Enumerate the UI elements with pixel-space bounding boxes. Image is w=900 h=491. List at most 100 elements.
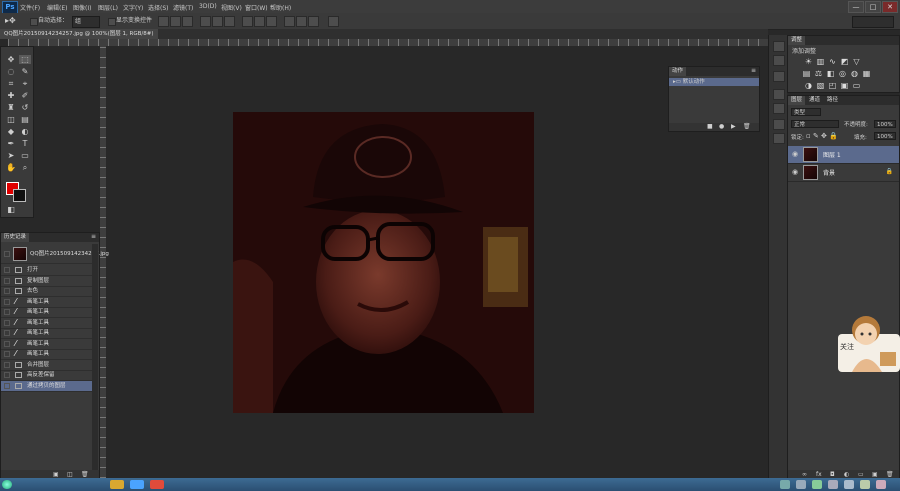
action-set-default[interactable]: ▸▭ 默认动作 xyxy=(669,78,759,86)
align-vcenter-icon[interactable] xyxy=(170,16,181,27)
menu-view[interactable]: 视图(V) xyxy=(221,3,242,12)
lock-icons[interactable]: ▫ ✎ ✥ 🔒 xyxy=(806,132,838,140)
selective-color-icon[interactable]: ▣ xyxy=(840,82,849,90)
photoshop-taskbar-icon[interactable] xyxy=(130,480,144,489)
align-left-icon[interactable] xyxy=(200,16,211,27)
brightness-contrast-icon[interactable]: ☀ xyxy=(804,58,813,66)
workspace-dropdown[interactable] xyxy=(852,16,894,28)
new-group-icon[interactable]: ▭ xyxy=(858,471,864,478)
distribute-right-icon[interactable] xyxy=(308,16,319,27)
show-transform-checkbox[interactable] xyxy=(108,18,116,26)
color-balance-icon[interactable]: ⚖ xyxy=(814,70,823,78)
path-select-tool-icon[interactable]: ➤ xyxy=(5,151,17,160)
tab-adjustments[interactable]: 调整 xyxy=(788,36,806,45)
history-source-checkbox[interactable] xyxy=(4,267,10,273)
history-source-checkbox[interactable] xyxy=(4,298,10,305)
swatches-panel-icon[interactable] xyxy=(773,133,785,144)
panel-menu-icon[interactable]: ≡ xyxy=(91,233,96,240)
align-right-icon[interactable] xyxy=(224,16,235,27)
history-panel-icon[interactable] xyxy=(773,41,785,52)
layer-mask-icon[interactable]: ◘ xyxy=(830,471,835,478)
healing-tool-icon[interactable]: ✚ xyxy=(5,91,17,100)
history-state-row[interactable]: ⁄ 画笔工具 xyxy=(1,307,93,318)
history-brush-tool-icon[interactable]: ↺ xyxy=(19,103,31,112)
history-source-checkbox[interactable] xyxy=(4,309,10,315)
lasso-tool-icon[interactable]: ◌ xyxy=(5,67,17,76)
distribute-hcenter-icon[interactable] xyxy=(296,16,307,27)
history-state-row[interactable]: ⁄ 画笔工具 xyxy=(1,349,93,360)
layer-kind-filter[interactable]: 类型 xyxy=(791,108,821,116)
stop-icon[interactable]: ■ xyxy=(707,123,713,130)
distribute-top-icon[interactable] xyxy=(242,16,253,27)
crop-tool-icon[interactable]: ⌗ xyxy=(5,79,17,88)
folder-taskbar-icon[interactable] xyxy=(110,480,124,489)
distribute-bottom-icon[interactable] xyxy=(266,16,277,27)
menu-edit[interactable]: 编辑(E) xyxy=(47,3,67,12)
tray-icon-1[interactable] xyxy=(780,480,790,489)
align-hcenter-icon[interactable] xyxy=(212,16,223,27)
history-state-row[interactable]: ⁄ 画笔工具 xyxy=(1,297,93,308)
browser-taskbar-icon[interactable] xyxy=(150,480,164,489)
auto-select-checkbox[interactable] xyxy=(30,18,38,26)
history-state-row[interactable]: 打开 xyxy=(1,265,93,276)
hand-tool-icon[interactable]: ✋ xyxy=(5,163,17,172)
tab-paths[interactable]: 路径 xyxy=(824,96,842,105)
history-state-row[interactable]: 高反差保留 xyxy=(1,370,93,381)
menu-type[interactable]: 文字(Y) xyxy=(123,3,143,12)
menu-select[interactable]: 选择(S) xyxy=(148,3,169,12)
quick-mask-icon[interactable]: ◧ xyxy=(5,205,17,214)
color-lookup-icon[interactable]: ▦ xyxy=(862,70,871,78)
history-source-checkbox[interactable] xyxy=(4,277,10,284)
tray-icon-6[interactable] xyxy=(860,480,870,489)
visibility-eye-icon[interactable]: ◉ xyxy=(792,168,798,176)
properties-panel-icon[interactable] xyxy=(773,71,785,82)
minimize-button[interactable]: — xyxy=(848,1,864,13)
dodge-tool-icon[interactable]: ◐ xyxy=(19,127,31,136)
visibility-eye-icon[interactable]: ◉ xyxy=(792,150,798,158)
layer-row[interactable]: ◉ 背景 🔒 xyxy=(788,164,899,182)
maximize-button[interactable]: □ xyxy=(865,1,881,13)
history-source-checkbox[interactable] xyxy=(4,319,10,326)
move-tool-icon[interactable]: ▸✥ xyxy=(5,16,16,26)
history-state-row[interactable]: 去色 xyxy=(1,286,93,297)
vibrance-icon[interactable]: ▽ xyxy=(852,58,861,66)
new-layer-icon[interactable]: ▣ xyxy=(872,471,878,478)
auto-align-icon[interactable] xyxy=(328,16,339,27)
clone-stamp-tool-icon[interactable]: ♜ xyxy=(5,103,17,112)
menu-window[interactable]: 窗口(W) xyxy=(245,3,268,12)
zoom-tool-icon[interactable]: ⌕ xyxy=(19,163,31,172)
menu-file[interactable]: 文件(F) xyxy=(20,3,40,12)
menu-layer[interactable]: 图层(L) xyxy=(98,3,118,12)
menu-filter[interactable]: 滤镜(T) xyxy=(173,3,193,12)
align-bottom-icon[interactable] xyxy=(182,16,193,27)
history-source-checkbox[interactable] xyxy=(4,330,10,336)
tray-icon-7[interactable] xyxy=(876,480,886,489)
floating-avatar-widget[interactable]: 关注 xyxy=(836,312,900,374)
adjustment-layer-icon[interactable]: ◐ xyxy=(844,471,849,478)
history-scrollbar[interactable] xyxy=(92,244,98,470)
quick-select-tool-icon[interactable]: ✎ xyxy=(19,67,31,76)
tab-actions[interactable]: 动作 xyxy=(669,67,687,76)
tray-icon-3[interactable] xyxy=(812,480,822,489)
tab-channels[interactable]: 通道 xyxy=(806,96,824,105)
history-source-checkbox[interactable] xyxy=(4,361,10,368)
menu-3d[interactable]: 3D(D) xyxy=(199,3,217,10)
history-source-checkbox[interactable] xyxy=(4,372,10,378)
link-layers-icon[interactable]: ∞ xyxy=(802,471,807,478)
opacity-input[interactable]: 100% xyxy=(874,120,896,128)
fill-input[interactable]: 100% xyxy=(874,132,896,140)
tray-icon-4[interactable] xyxy=(828,480,838,489)
posterize-icon[interactable]: ▧ xyxy=(816,82,825,90)
blur-tool-icon[interactable]: ◆ xyxy=(5,127,17,136)
history-source-checkbox[interactable] xyxy=(4,382,10,389)
photo-filter-icon[interactable]: ◎ xyxy=(838,70,847,78)
close-button[interactable]: ✕ xyxy=(882,1,898,13)
black-white-icon[interactable]: ◧ xyxy=(826,70,835,78)
actions-menu-icon[interactable]: ≡ xyxy=(751,67,756,74)
play-icon[interactable]: ▶ xyxy=(731,123,736,130)
channel-mixer-icon[interactable]: ◍ xyxy=(850,70,859,78)
hue-saturation-icon[interactable]: ▤ xyxy=(802,70,811,78)
history-source-checkbox[interactable] xyxy=(4,288,10,294)
tab-layers[interactable]: 图层 xyxy=(788,96,806,105)
delete-layer-icon[interactable]: 🗑 xyxy=(886,471,894,478)
